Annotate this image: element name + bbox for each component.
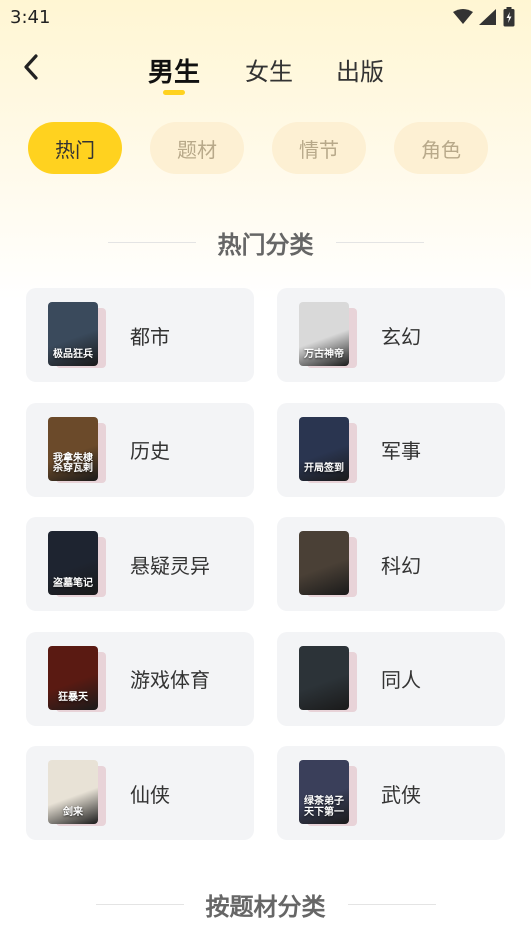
gender-tabs: 男生 女生 出版 <box>0 40 531 100</box>
category-label: 科幻 <box>381 553 421 578</box>
chip-label: 情节 <box>299 137 339 162</box>
book-cover: 万古神帝 <box>299 302 349 366</box>
section-title-text: 按题材分类 <box>205 892 326 921</box>
book-cover: 极品狂兵 <box>48 302 98 366</box>
chip-plot[interactable]: 情节 <box>272 122 366 174</box>
book-cover <box>299 531 349 595</box>
category-label: 悬疑灵异 <box>130 553 210 578</box>
category-label: 游戏体育 <box>130 668 210 692</box>
book-cover-stack: 我拿朱棣杀穿瓦剌 <box>48 416 106 483</box>
book-cover <box>299 645 349 710</box>
category-card[interactable]: 盗墓笔记 悬疑灵异 <box>26 517 254 611</box>
divider-line <box>347 903 436 905</box>
category-card[interactable]: 绿茶弟子天下第一 武侠 <box>277 746 505 840</box>
chip-label: 题材 <box>177 137 217 162</box>
category-label: 仙侠 <box>130 782 170 807</box>
category-card[interactable]: 开局签到 军事 <box>277 402 505 497</box>
cover-title: 盗墓笔记 <box>53 577 93 589</box>
cover-title: 我拿朱棣杀穿瓦剌 <box>53 452 93 474</box>
book-cover: 绿茶弟子天下第一 <box>299 760 349 824</box>
tab-publishing[interactable]: 出版 <box>336 52 384 87</box>
category-card[interactable]: 科幻 <box>277 517 505 611</box>
category-card[interactable]: 同人 <box>277 631 505 726</box>
divider-line <box>95 903 184 905</box>
book-cover: 狂暴天 <box>48 645 98 710</box>
chip-label: 热门 <box>55 137 95 162</box>
cover-title: 开局签到 <box>304 463 344 474</box>
book-cover-stack: 开局签到 <box>299 416 357 483</box>
chip-label: 角色 <box>421 137 461 162</box>
chip-role[interactable]: 角色 <box>394 122 488 174</box>
cover-title: 剑来 <box>63 806 83 818</box>
tab-label: 女生 <box>245 58 293 86</box>
category-label: 玄幻 <box>381 324 421 349</box>
category-card[interactable]: 极品狂兵 都市 <box>26 288 254 382</box>
book-cover-stack <box>299 531 357 597</box>
category-card[interactable]: 剑来 仙侠 <box>26 746 254 840</box>
tab-female[interactable]: 女生 <box>245 52 293 87</box>
book-cover-stack: 狂暴天 <box>48 645 106 712</box>
cover-title: 狂暴天 <box>58 692 88 703</box>
book-cover: 盗墓笔记 <box>48 531 98 595</box>
filter-chips: 热门 题材 情节 角色 <box>0 122 531 176</box>
battery-icon <box>503 7 515 27</box>
category-label: 武侠 <box>381 782 421 807</box>
tab-male[interactable]: 男生 <box>148 52 201 95</box>
book-cover: 我拿朱棣杀穿瓦剌 <box>48 416 98 481</box>
cover-title <box>322 704 326 710</box>
cover-title: 万古神帝 <box>304 348 344 360</box>
status-bar: 3:41 <box>0 0 531 34</box>
section-title-hot: 热门分类 <box>0 222 531 262</box>
divider-line <box>335 241 424 243</box>
category-label: 历史 <box>130 439 170 463</box>
cover-title: 极品狂兵 <box>53 348 93 360</box>
tab-active-indicator <box>163 90 185 95</box>
category-label: 军事 <box>381 439 421 463</box>
book-cover-stack: 万古神帝 <box>299 302 357 368</box>
chip-hot[interactable]: 热门 <box>28 122 122 174</box>
cover-title <box>322 589 326 595</box>
tab-label: 出版 <box>336 58 384 86</box>
book-cover: 剑来 <box>48 760 98 824</box>
tab-label: 男生 <box>148 58 201 88</box>
book-cover-stack: 极品狂兵 <box>48 302 106 368</box>
book-cover-stack: 绿茶弟子天下第一 <box>299 760 357 826</box>
divider-line <box>107 241 196 243</box>
cover-title: 绿茶弟子天下第一 <box>304 796 344 818</box>
header: 男生 女生 出版 <box>0 40 531 100</box>
chip-theme[interactable]: 题材 <box>150 122 244 174</box>
book-cover-stack: 盗墓笔记 <box>48 531 106 597</box>
section-title-by-theme: 按题材分类 <box>0 884 531 924</box>
category-card[interactable]: 万古神帝 玄幻 <box>277 288 505 382</box>
wifi-icon <box>453 9 473 24</box>
book-cover-stack: 剑来 <box>48 760 106 826</box>
category-label: 都市 <box>130 324 170 349</box>
status-time: 3:41 <box>10 6 51 28</box>
signal-icon <box>479 9 496 25</box>
book-cover: 开局签到 <box>299 416 349 481</box>
category-card[interactable]: 狂暴天 游戏体育 <box>26 631 254 726</box>
status-icons <box>453 7 515 27</box>
book-cover-stack <box>299 645 357 712</box>
section-title-text: 热门分类 <box>217 230 314 259</box>
category-label: 同人 <box>381 668 421 692</box>
category-card[interactable]: 我拿朱棣杀穿瓦剌 历史 <box>26 402 254 497</box>
